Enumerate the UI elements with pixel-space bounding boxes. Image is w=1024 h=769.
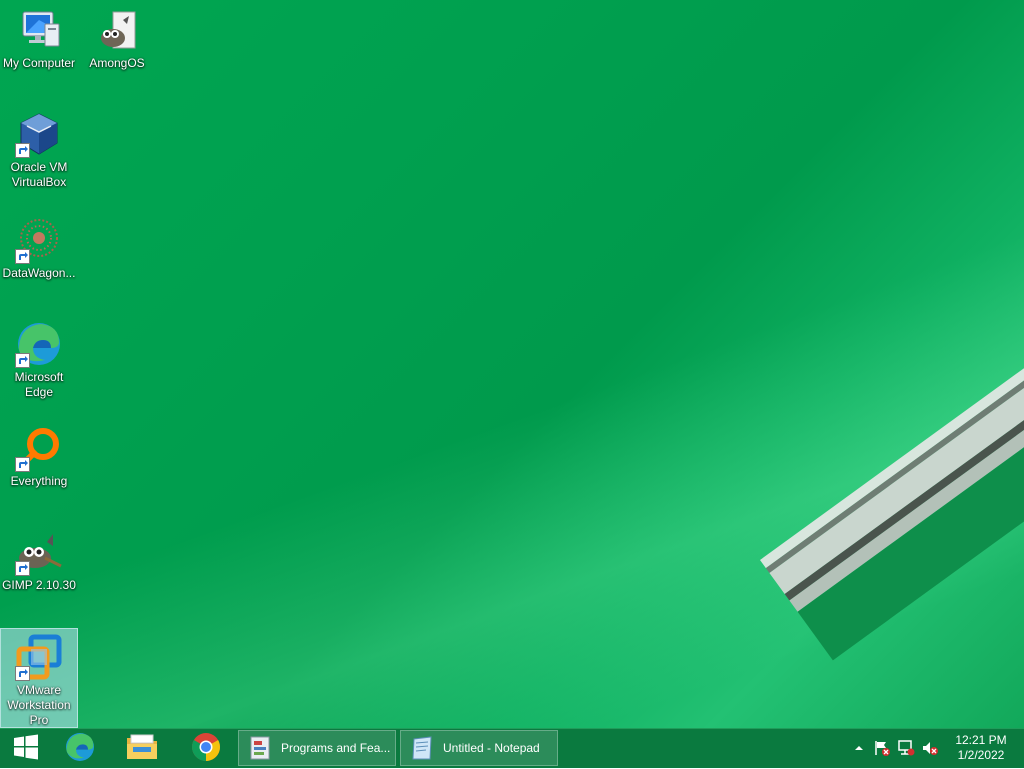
chevron-up-icon (850, 744, 868, 761)
vmware-icon (15, 633, 63, 681)
desktop-icon-virtualbox[interactable]: Oracle VM VirtualBox (1, 106, 77, 190)
edge-icon (64, 731, 96, 768)
desktop-icon-label: Everything (10, 474, 68, 488)
taskbar-pin-chrome[interactable] (180, 729, 232, 769)
taskbar-task-programs-features[interactable]: Programs and Fea... (238, 730, 396, 766)
clock-date: 1/2/2022 (957, 748, 1005, 762)
shortcut-arrow-icon (15, 457, 30, 472)
desktop-icon-my-computer[interactable]: My Computer (1, 2, 77, 71)
shortcut-arrow-icon (15, 353, 30, 368)
desktop-icon-label: My Computer (2, 56, 76, 70)
datawagon-icon (15, 216, 63, 264)
tray-clock[interactable]: 12:21 PM 1/2/2022 (948, 733, 1014, 763)
desktop-icon-everything[interactable]: Everything (1, 420, 77, 489)
shortcut-arrow-icon (15, 666, 30, 681)
notepad-icon (409, 735, 435, 761)
taskbar-task-notepad[interactable]: Untitled - Notepad (400, 730, 558, 766)
file-explorer-icon (126, 733, 158, 766)
desktop-icon-label: VMware Workstation Pro (7, 683, 71, 727)
taskbar-task-label: Untitled - Notepad (443, 741, 540, 755)
desktop-icon-label: Oracle VM VirtualBox (10, 160, 68, 189)
start-button[interactable] (0, 729, 52, 769)
shortcut-arrow-icon (15, 249, 30, 264)
taskbar-pin-file-explorer[interactable] (116, 729, 168, 769)
desktop-icon-label: DataWagon... (2, 266, 76, 280)
wallpaper-stripe (760, 254, 1024, 728)
edge-icon (15, 320, 63, 368)
desktop-icon-vmware[interactable]: VMware Workstation Pro (0, 628, 78, 728)
chrome-icon (191, 732, 221, 767)
desktop[interactable]: My Computer AmongOS Oracle VM VirtualBox… (0, 0, 1024, 728)
gimp-icon (15, 528, 63, 576)
desktop-icon-microsoft-edge[interactable]: Microsoft Edge (1, 316, 77, 400)
computer-icon (15, 6, 63, 54)
taskbar-pin-edge[interactable] (54, 729, 106, 769)
virtualbox-icon (15, 110, 63, 158)
desktop-icon-datawagon[interactable]: DataWagon... (1, 212, 77, 281)
gimp-wilber-icon (93, 6, 141, 54)
windows-start-icon (13, 734, 39, 765)
taskbar: Programs and Fea... Untitled - Notepad 1… (0, 728, 1024, 768)
shortcut-arrow-icon (15, 143, 30, 158)
show-hidden-icons-button[interactable] (850, 739, 868, 757)
desktop-icon-label: AmongOS (89, 56, 145, 70)
tray-network[interactable] (897, 739, 915, 757)
clock-time: 12:21 PM (955, 733, 1007, 747)
network-icon (897, 740, 915, 761)
flag-warning-icon (873, 741, 891, 761)
desktop-icon-amongos[interactable]: AmongOS (79, 2, 155, 71)
desktop-icon-gimp[interactable]: GIMP 2.10.30 (1, 524, 77, 593)
wallpaper-gloss (0, 0, 1024, 728)
tray-action-center[interactable] (873, 739, 891, 757)
programs-features-icon (247, 735, 273, 761)
tray-volume[interactable] (921, 739, 939, 757)
desktop-icon-label: Microsoft Edge (14, 370, 64, 399)
everything-search-icon (15, 424, 63, 472)
desktop-icon-label: GIMP 2.10.30 (2, 578, 76, 592)
volume-muted-icon (921, 742, 939, 761)
shortcut-arrow-icon (15, 561, 30, 576)
taskbar-task-label: Programs and Fea... (281, 741, 391, 755)
